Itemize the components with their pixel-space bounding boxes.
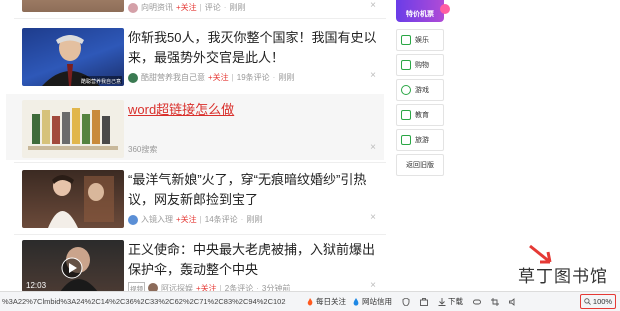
news-time: 刚刚 <box>278 73 295 82</box>
news-meta: 入镜入理 +关注 | 14条评论 · 刚刚 <box>128 214 262 225</box>
drop-icon <box>353 297 359 306</box>
gamepad-icon <box>401 85 411 95</box>
source-avatar <box>128 214 138 225</box>
sound-icon <box>509 297 515 306</box>
sidebar-item-education[interactable]: 教育 <box>396 104 444 126</box>
news-source[interactable]: 酷甜营养我自己意 <box>141 72 205 83</box>
close-icon[interactable]: × <box>370 280 376 291</box>
sidebar-item-label: 游戏 <box>415 87 429 94</box>
status-item-label: 每日关注 <box>316 297 346 306</box>
news-title[interactable]: 正义使命：中央最大老虎被捕，入狱前爆出保护伞，轰动整个中央 <box>128 240 380 280</box>
divider <box>14 234 386 235</box>
source-avatar <box>128 72 138 83</box>
sidebar-item-games[interactable]: 游戏 <box>396 79 444 101</box>
news-time: 刚刚 <box>246 215 263 224</box>
news-source[interactable]: 向明资讯 <box>141 2 173 13</box>
feed-item[interactable]: “最洋气新娘”火了，穿“无痕暗纹婚纱”引热议，网友新郎捡到宝了 入镜入理 +关注… <box>14 168 386 232</box>
news-source: 360搜索 <box>128 145 158 154</box>
news-time: 刚刚 <box>229 3 246 12</box>
sound-button[interactable] <box>509 297 517 306</box>
source-avatar <box>128 2 138 13</box>
magnifier-icon <box>584 298 591 305</box>
news-comments[interactable]: 14条评论 <box>205 214 238 225</box>
feed-item[interactable]: 向明资讯 +关注 | 评论 · 刚刚 × <box>14 0 386 14</box>
close-icon[interactable]: × <box>370 142 376 153</box>
sidebar-item-label: 返回旧版 <box>406 162 434 169</box>
promo-banner[interactable]: 特价机票 <box>396 0 444 22</box>
follow-button[interactable]: +关注 <box>176 2 197 13</box>
news-title[interactable]: 你斩我50人，我灭你整个国家！我国有史以来，最强势外交官是此人！ <box>128 28 380 68</box>
download-icon <box>438 297 446 306</box>
feed-item[interactable]: word超链接怎么做 360搜索 × <box>14 96 386 158</box>
zoom-control[interactable]: 100% <box>580 294 616 309</box>
sidebar-item-label: 购物 <box>415 62 429 69</box>
news-thumbnail[interactable] <box>22 170 124 228</box>
video-thumbnail[interactable]: 12:03 <box>22 240 124 292</box>
status-item-label: 网站信用 <box>362 297 392 306</box>
sidebar-item-travel[interactable]: 旅游 <box>396 129 444 151</box>
news-meta: 360搜索 <box>128 144 157 155</box>
news-thumbnail[interactable] <box>22 100 124 158</box>
divider <box>14 18 386 19</box>
feed-item[interactable]: 12:03 正义使命：中央最大老虎被捕，入狱前爆出保护伞，轰动整个中央 视频 阿… <box>14 238 386 294</box>
divider <box>14 162 386 163</box>
close-icon[interactable]: × <box>370 0 376 11</box>
search-result-link[interactable]: word超链接怎么做 <box>128 100 380 120</box>
toolbox-icon <box>420 297 428 306</box>
sidebar-item-label: 娱乐 <box>415 37 429 44</box>
screenshot-icon <box>491 297 499 306</box>
travel-icon <box>401 135 411 145</box>
download-button[interactable]: 下载 <box>438 296 463 307</box>
ribbon-icon <box>440 4 450 14</box>
feed-item[interactable]: 酷聪营养我自己意 你斩我50人，我灭你整个国家！我国有史以来，最强势外交官是此人… <box>14 26 386 90</box>
sidebar-item-label: 教育 <box>415 112 429 119</box>
follow-button[interactable]: +关注 <box>208 72 229 83</box>
watermark-text: 草丁图书馆 <box>518 267 608 287</box>
news-thumbnail[interactable]: 酷聪营养我自己意 <box>22 28 124 86</box>
cart-icon <box>401 60 411 70</box>
back-to-old-version-button[interactable]: 返回旧版 <box>396 154 444 176</box>
thumbnail-caption: 酷聪营养我自己意 <box>80 79 121 85</box>
flame-icon <box>307 297 313 305</box>
security-button[interactable] <box>402 297 410 306</box>
zoom-level: 100% <box>592 297 613 306</box>
play-icon <box>401 35 411 45</box>
news-comments[interactable]: 19条评论 <box>237 72 270 83</box>
news-source[interactable]: 入镜入理 <box>141 214 173 225</box>
browser-status-bar: %3A22%7Clmbid%3A24%2C14%2C36%2C33%2C62%2… <box>0 291 620 311</box>
follow-button[interactable]: +关注 <box>176 214 197 225</box>
close-icon[interactable]: × <box>370 212 376 223</box>
video-duration: 12:03 <box>26 281 47 290</box>
news-comments[interactable]: 评论 <box>205 2 221 13</box>
news-thumbnail[interactable] <box>22 0 124 12</box>
status-item-label: 下载 <box>448 297 463 306</box>
game-button[interactable] <box>473 298 481 306</box>
book-icon <box>401 110 411 120</box>
game-icon <box>473 299 481 304</box>
toolbox-button[interactable] <box>420 297 428 306</box>
news-meta: 酷甜营养我自己意 +关注 | 19条评论 · 刚刚 <box>128 72 294 83</box>
promo-label: 特价机票 <box>406 11 434 18</box>
status-url: %3A22%7Clmbid%3A24%2C14%2C36%2C33%2C62%2… <box>2 297 286 306</box>
sidebar-item-entertainment[interactable]: 娱乐 <box>396 29 444 51</box>
screenshot-button[interactable] <box>491 297 499 306</box>
close-icon[interactable]: × <box>370 70 376 81</box>
site-credit-button[interactable]: 网站信用 <box>352 296 392 307</box>
daily-focus-button[interactable]: 每日关注 <box>306 296 346 307</box>
shield-icon <box>402 297 410 306</box>
news-meta: 向明资讯 +关注 | 评论 · 刚刚 <box>128 2 245 13</box>
news-title[interactable]: “最洋气新娘”火了，穿“无痕暗纹婚纱”引热议，网友新郎捡到宝了 <box>128 170 380 210</box>
sidebar-item-shopping[interactable]: 购物 <box>396 54 444 76</box>
sidebar-item-label: 旅游 <box>415 137 429 144</box>
